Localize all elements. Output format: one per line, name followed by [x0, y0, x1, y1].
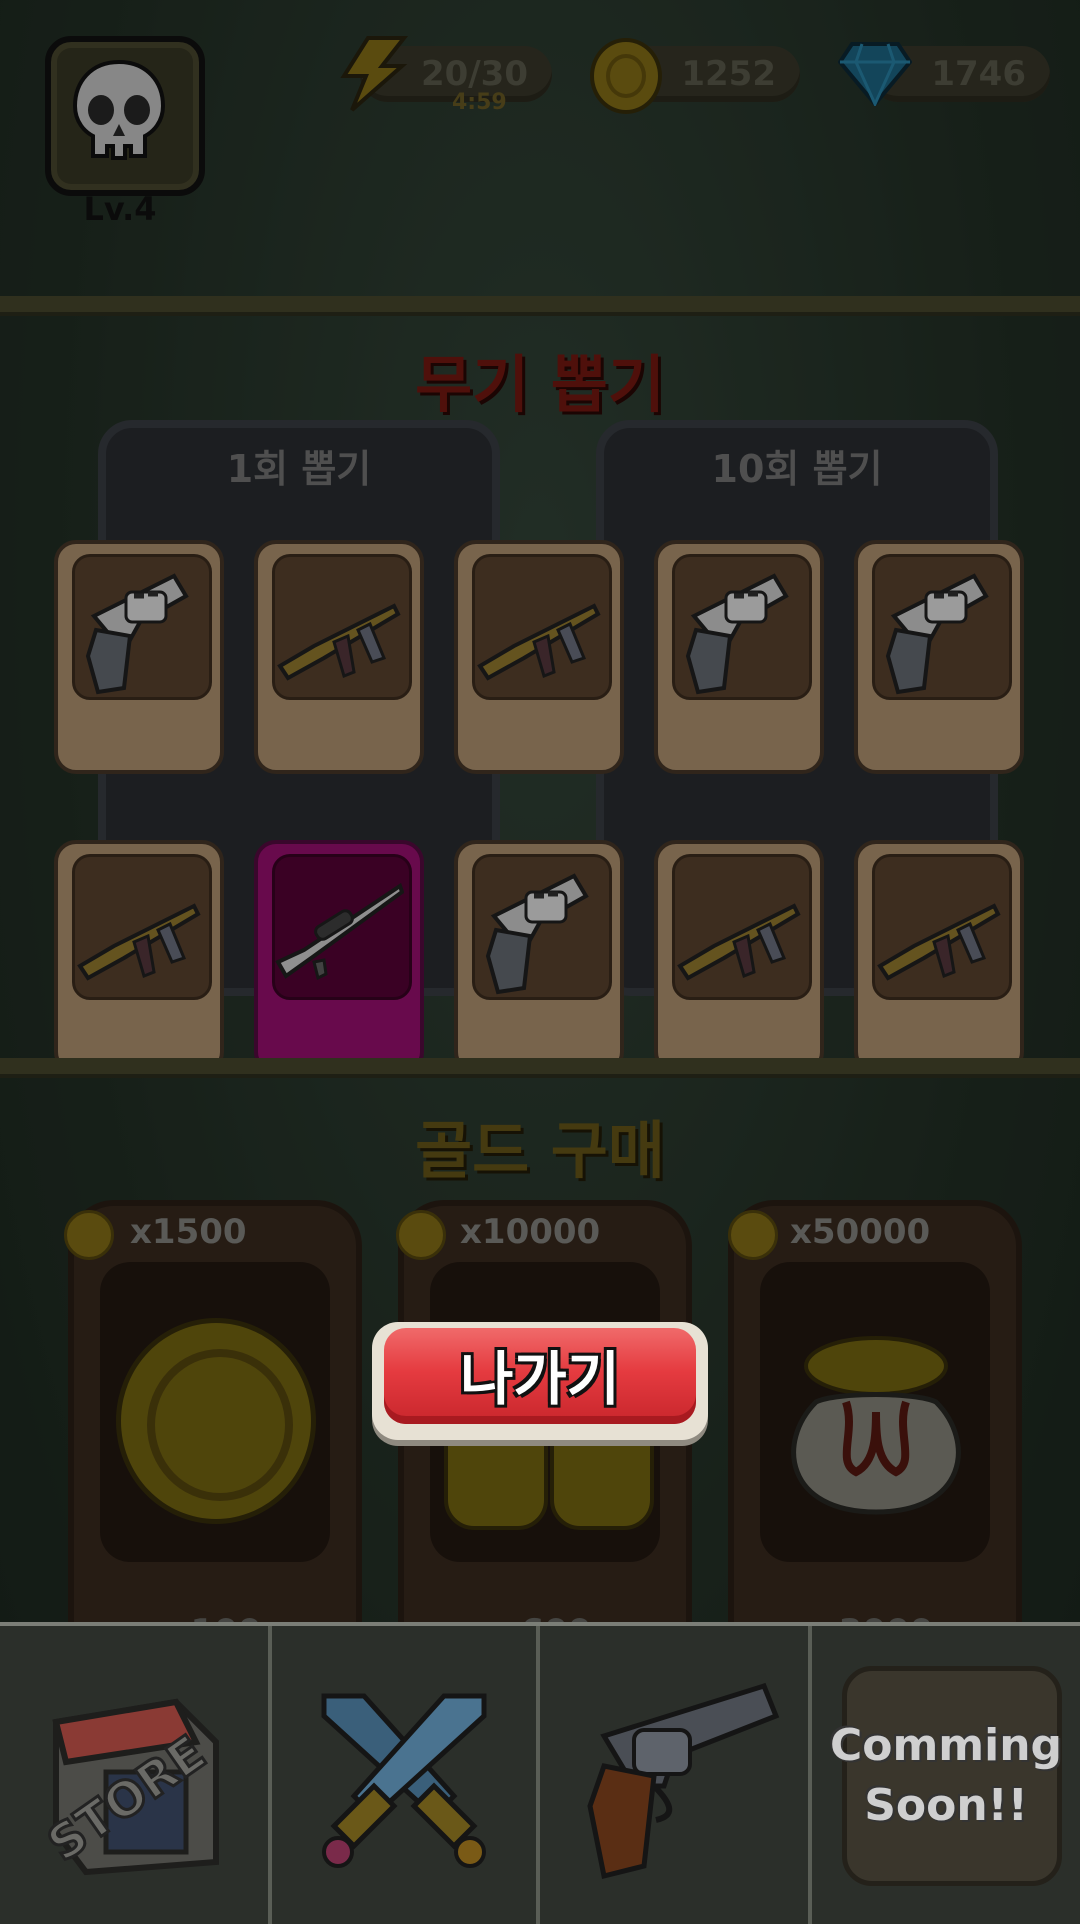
tab-battle[interactable]: [268, 1626, 540, 1924]
exit-button-label: 나가기: [459, 1345, 621, 1413]
tab-store[interactable]: STORE: [0, 1626, 272, 1924]
coming-soon-label: Comming Soon!!: [829, 1720, 1063, 1831]
tab-weapons[interactable]: [540, 1626, 812, 1924]
tab-coming-soon[interactable]: Comming Soon!!: [812, 1626, 1080, 1924]
bottom-nav: STORE Comming Soon!!: [0, 1622, 1080, 1924]
store-icon: STORE: [36, 1698, 219, 1876]
crossed-swords-icon: [321, 1693, 487, 1868]
exit-button[interactable]: 나가기: [372, 1322, 708, 1440]
revolver-icon: [587, 1682, 780, 1880]
